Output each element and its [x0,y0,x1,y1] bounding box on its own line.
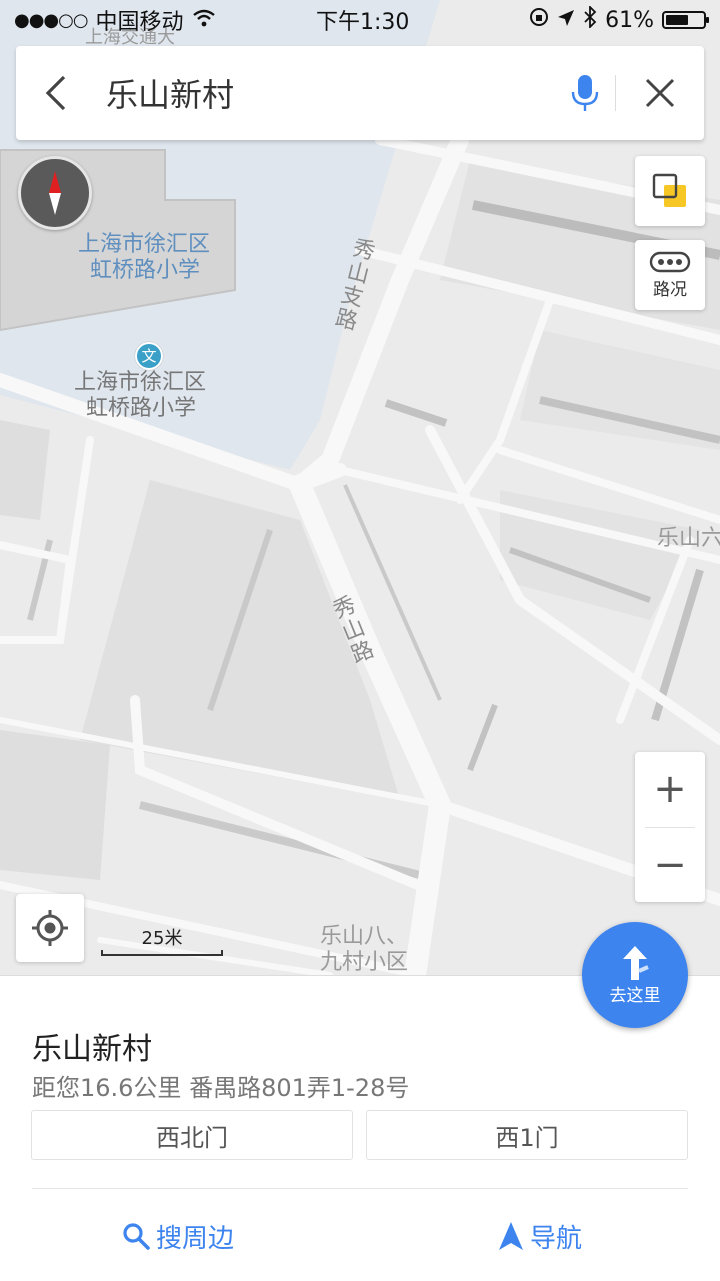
map-label-leshan-6: 乐山六 [657,526,720,551]
gate-option-1[interactable]: 西北门 [31,1110,353,1160]
microphone-icon [571,75,599,111]
compass-icon [49,171,61,215]
sheet-divider [32,1188,688,1189]
traffic-label: 路况 [653,279,687,300]
navigate-label: 导航 [530,1223,583,1254]
navigate-button[interactable]: 导航 [498,1216,582,1256]
place-name: 乐山新村 [32,1032,152,1067]
map-canvas [0,0,720,975]
search-bar[interactable]: 乐山新村 [16,46,704,140]
wifi-icon [192,8,216,33]
gate-option-2[interactable]: 西1门 [366,1110,688,1160]
search-icon [123,1223,150,1250]
search-nearby-label: 搜周边 [156,1223,235,1254]
clear-search-button[interactable] [616,46,704,140]
map-label-school-1-line2: 虹桥路小学 [90,258,201,283]
go-here-label: 去这里 [609,985,661,1006]
layers-icon [652,173,686,207]
zoom-out-button[interactable]: − [635,828,705,903]
school-poi-icon[interactable]: 文 [135,342,163,370]
zoom-in-button[interactable]: + [635,752,705,827]
map-scale: 25米 [101,924,223,956]
map-layers-button[interactable] [635,156,705,226]
map-label-school-2-line1[interactable]: 上海市徐汇区 [74,370,206,396]
route-arrow-icon [623,945,649,980]
scale-bar [101,950,223,956]
search-query[interactable]: 乐山新村 [96,70,555,116]
scale-text: 25米 [141,928,183,949]
my-location-button[interactable] [16,894,84,962]
status-bar: ●●●○○ 中国移动 下午1:30 61% [0,0,720,40]
back-button[interactable] [16,46,96,140]
crosshair-icon [32,910,68,946]
search-nearby-button[interactable]: 搜周边 [122,1216,234,1256]
map-label-leshan-89-line1: 乐山八、 [320,924,409,949]
compass-button[interactable] [18,156,92,230]
traffic-button[interactable]: 路况 [635,240,705,310]
map-label-leshan-89-line2: 九村小区 [320,950,409,975]
close-icon [645,78,675,108]
place-distance-address: 距您16.6公里 番禺路801弄1-28号 [32,1074,410,1102]
carrier-name: 中国移动 [95,10,184,35]
chevron-left-icon [45,75,66,111]
battery-percent: 61% [605,7,654,33]
clock: 下午1:30 [316,10,410,35]
location-arrow-icon [557,8,575,33]
battery-icon [662,11,709,29]
bluetooth-icon [583,4,597,34]
map-label-school-1-line1: 上海市徐汇区 [78,232,211,257]
map-label-school-2-line2[interactable]: 虹桥路小学 [86,396,196,422]
navigation-arrow-icon [499,1222,523,1250]
map-view[interactable]: 上海交通大 上海市徐汇区 虹桥路小学 文 上海市徐汇区 虹桥路小学 秀山支路 秀… [0,0,720,975]
traffic-icon [649,251,691,272]
zoom-controls: + − [635,752,705,902]
rotation-lock-icon [529,7,549,33]
voice-search-button[interactable] [555,46,615,140]
signal-strength: ●●●○○ [14,9,89,31]
go-here-button[interactable]: 去这里 [582,922,688,1028]
